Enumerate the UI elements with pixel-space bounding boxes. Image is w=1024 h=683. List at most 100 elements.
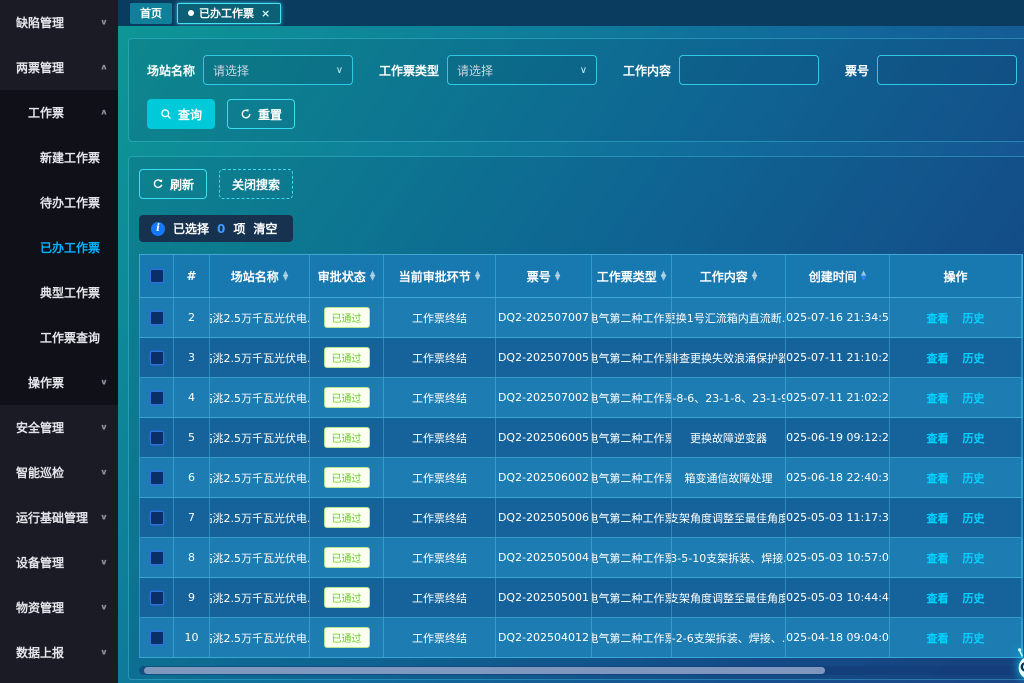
sidebar-item-数据上报[interactable]: 数据上报 ∨: [0, 630, 118, 675]
work-content-cell: 23-8-6、23-1-8、23-1-9...: [672, 378, 786, 417]
sidebar-item-缺陷管理[interactable]: 缺陷管理 ∨: [0, 0, 118, 45]
search-icon: [160, 108, 172, 120]
tab-done-label: 已办工作票: [199, 5, 254, 21]
view-link[interactable]: 查看: [927, 510, 949, 526]
view-link[interactable]: 查看: [927, 430, 949, 446]
work-content-input[interactable]: [679, 55, 819, 85]
history-link[interactable]: 历史: [963, 310, 985, 326]
row-checkbox[interactable]: [150, 591, 164, 605]
sidebar-item-两票管理[interactable]: 两票管理 ∧: [0, 45, 118, 90]
history-link[interactable]: 历史: [963, 510, 985, 526]
work-content-cell: 排查更换失效浪涌保护器: [672, 338, 786, 377]
sidebar-item-设备管理[interactable]: 设备管理 ∨: [0, 540, 118, 585]
table-header-cell[interactable]: #: [174, 255, 210, 297]
close-search-button[interactable]: 关闭搜索: [219, 169, 293, 199]
chevron-down-icon: ∨: [336, 65, 343, 76]
approval-status-badge: 已通过: [324, 587, 370, 608]
ticket-no-input[interactable]: [877, 55, 1017, 85]
table-header-cell[interactable]: 当前审批环节 ▲▼: [384, 255, 496, 297]
sort-icon[interactable]: ▲▼: [661, 271, 666, 281]
tab-home[interactable]: 首页: [130, 3, 172, 24]
history-link[interactable]: 历史: [963, 470, 985, 486]
select-all-checkbox[interactable]: [150, 269, 164, 283]
table-header-cell[interactable]: 场站名称 ▲▼: [210, 255, 310, 297]
sort-icon[interactable]: ▲▼: [752, 271, 757, 281]
approval-step-cell: 工作票终结: [384, 418, 496, 457]
row-checkbox[interactable]: [150, 351, 164, 365]
refresh-icon: [152, 178, 164, 190]
tab-home-label: 首页: [140, 5, 162, 21]
row-checkbox[interactable]: [150, 311, 164, 325]
reset-button[interactable]: 重置: [227, 99, 295, 129]
clear-selection-link[interactable]: 清空: [253, 220, 277, 237]
station-select[interactable]: 请选择 ∨: [203, 55, 353, 85]
history-link[interactable]: 历史: [963, 590, 985, 606]
station-select-value: 请选择: [213, 62, 249, 79]
sidebar-item-待办工作票[interactable]: 待办工作票: [0, 180, 118, 225]
view-link[interactable]: 查看: [927, 350, 949, 366]
reset-icon: [240, 108, 252, 120]
sidebar-item-工作票查询[interactable]: 工作票查询: [0, 315, 118, 360]
table-row: 7 临洮2.5万千瓦光伏电... 已通过 工作票终结 DQ2-202505006…: [139, 498, 1023, 538]
station-label: 场站名称: [147, 62, 195, 79]
sidebar-item-运行基础管理[interactable]: 运行基础管理 ∨: [0, 495, 118, 540]
sidebar-item-物资管理[interactable]: 物资管理 ∨: [0, 585, 118, 630]
history-link[interactable]: 历史: [963, 550, 985, 566]
work-content-cell: 支架角度调整至最佳角度: [672, 498, 786, 537]
sort-icon[interactable]: ▲▼: [370, 271, 375, 281]
view-link[interactable]: 查看: [927, 550, 949, 566]
history-link[interactable]: 历史: [963, 630, 985, 646]
work-content-cell: 支架角度调整至最佳角度: [672, 578, 786, 617]
search-button[interactable]: 查询: [147, 99, 215, 129]
sidebar-item-操作票[interactable]: 操作票 ∨: [0, 360, 118, 405]
view-link[interactable]: 查看: [927, 390, 949, 406]
station-name-cell: 临洮2.5万千瓦光伏电...: [210, 618, 310, 657]
table-row: 6 临洮2.5万千瓦光伏电... 已通过 工作票终结 DQ2-202506002…: [139, 458, 1023, 498]
history-link[interactable]: 历史: [963, 430, 985, 446]
horizontal-scrollbar[interactable]: [139, 666, 1023, 675]
sidebar-item-典型工作票[interactable]: 典型工作票: [0, 270, 118, 315]
ticket-type-cell: 电气第二种工作票: [592, 418, 672, 457]
refresh-button[interactable]: 刷新: [139, 169, 207, 199]
sort-icon[interactable]: ▲▼: [555, 271, 560, 281]
row-checkbox[interactable]: [150, 551, 164, 565]
sidebar-item-已办工作票[interactable]: 已办工作票: [0, 225, 118, 270]
history-link[interactable]: 历史: [963, 350, 985, 366]
ticket-type-select[interactable]: 请选择 ∨: [447, 55, 597, 85]
sidebar-item-安全管理[interactable]: 安全管理 ∨: [0, 405, 118, 450]
search-button-label: 查询: [178, 106, 202, 123]
table-header-cell[interactable]: 工作票类型 ▲▼: [592, 255, 672, 297]
station-name-cell: 临洮2.5万千瓦光伏电...: [210, 298, 310, 337]
view-link[interactable]: 查看: [927, 470, 949, 486]
sort-icon[interactable]: ▲▼: [283, 271, 288, 281]
approval-status-badge: 已通过: [324, 467, 370, 488]
table-header-cell[interactable]: 票号 ▲▼: [496, 255, 592, 297]
row-checkbox[interactable]: [150, 471, 164, 485]
ticket-no-cell: DQ2-202506002: [496, 458, 592, 497]
row-checkbox[interactable]: [150, 391, 164, 405]
work-content-cell: 4-2-6支架拆装、焊接、...: [672, 618, 786, 657]
table-header-cell[interactable]: 创建时间 ▲▼: [786, 255, 890, 297]
table-header-cell[interactable]: 操作: [890, 255, 1022, 297]
table-header-cell[interactable]: 审批状态 ▲▼: [310, 255, 384, 297]
row-checkbox[interactable]: [150, 631, 164, 645]
table-header-cell[interactable]: 工作内容 ▲▼: [672, 255, 786, 297]
row-checkbox[interactable]: [150, 511, 164, 525]
sidebar-item-新建工作票[interactable]: 新建工作票: [0, 135, 118, 180]
search-panel: 场站名称 请选择 ∨ 工作票类型 请选择 ∨ 工: [128, 38, 1024, 142]
view-link[interactable]: 查看: [927, 630, 949, 646]
tab-close-icon[interactable]: ×: [261, 7, 270, 20]
sidebar-item-智能巡检[interactable]: 智能巡检 ∨: [0, 450, 118, 495]
assistant-robot-icon[interactable]: [1012, 645, 1024, 683]
sort-icon[interactable]: ▲▼: [861, 271, 866, 281]
app-window: 缺陷管理 ∨ 两票管理 ∧ 工作票 ∧ 新建工作票 待办工作票 已办工作票 典型…: [0, 0, 1024, 683]
horizontal-scrollbar-thumb[interactable]: [144, 667, 825, 674]
history-link[interactable]: 历史: [963, 390, 985, 406]
view-link[interactable]: 查看: [927, 310, 949, 326]
station-name-cell: 临洮2.5万千瓦光伏电...: [210, 578, 310, 617]
sidebar-item-工作票[interactable]: 工作票 ∧: [0, 90, 118, 135]
tab-done-work-tickets[interactable]: 已办工作票 ×: [177, 3, 281, 24]
sort-icon[interactable]: ▲▼: [475, 271, 480, 281]
row-checkbox[interactable]: [150, 431, 164, 445]
view-link[interactable]: 查看: [927, 590, 949, 606]
